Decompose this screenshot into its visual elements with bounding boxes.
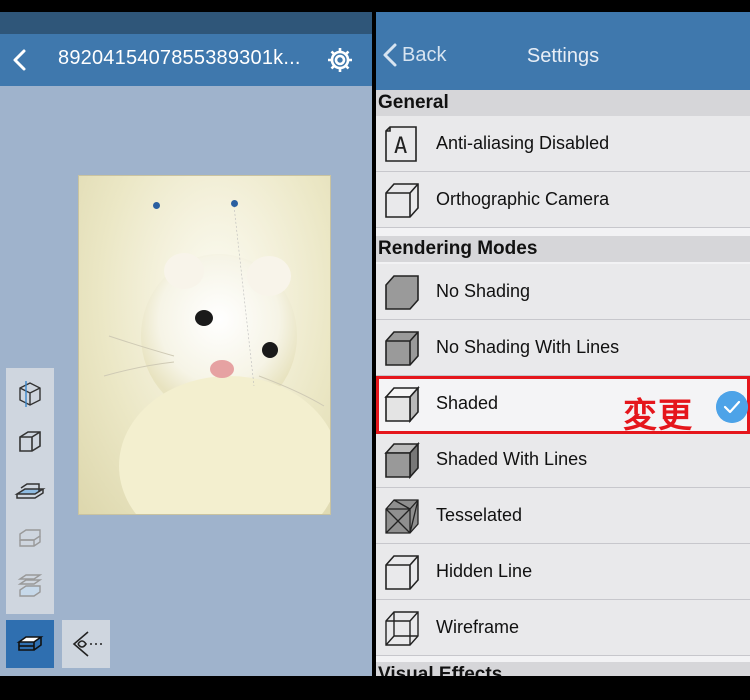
mode-no-shading-with-lines[interactable]: No Shading With Lines bbox=[376, 320, 750, 376]
section-header-rendering: Rendering Modes bbox=[376, 236, 750, 262]
tessellated-cube-icon bbox=[385, 499, 419, 534]
checkmark-icon bbox=[716, 391, 748, 423]
settings-pane: Back Settings General A Anti-aliasing Di… bbox=[376, 12, 750, 676]
layer-active-icon[interactable] bbox=[6, 620, 54, 668]
section-plane-icon[interactable] bbox=[6, 466, 54, 514]
mode-no-shading[interactable]: No Shading bbox=[376, 264, 750, 320]
setting-label: Anti-aliasing Disabled bbox=[436, 133, 610, 153]
chevron-left-icon[interactable] bbox=[8, 46, 34, 74]
mode-label: No Shading bbox=[436, 281, 531, 301]
stacked-layers-icon[interactable] bbox=[6, 562, 54, 610]
mode-hidden-line[interactable]: Hidden Line bbox=[376, 544, 750, 600]
mode-wireframe[interactable]: Wireframe bbox=[376, 600, 750, 656]
page-title: Settings bbox=[526, 45, 600, 67]
section-header-general: General bbox=[376, 90, 750, 116]
layers-icon[interactable] bbox=[6, 514, 54, 562]
ferret-image bbox=[103, 205, 330, 514]
mode-tesselated[interactable]: Tesselated bbox=[376, 488, 750, 544]
mode-label: No Shading With Lines bbox=[436, 337, 620, 357]
section-header-visual-effects: Visual Effects bbox=[376, 662, 750, 676]
model-image[interactable] bbox=[79, 176, 330, 514]
shaded-lined-cube-icon bbox=[384, 441, 420, 480]
anchor-point[interactable] bbox=[231, 200, 238, 207]
gear-icon[interactable] bbox=[326, 46, 354, 74]
svg-text:A: A bbox=[394, 134, 407, 159]
mode-label: Wireframe bbox=[436, 617, 520, 637]
hidden-line-cube-icon bbox=[385, 555, 419, 590]
mode-shaded-with-lines[interactable]: Shaded With Lines bbox=[376, 432, 750, 488]
change-annotation: 変更 bbox=[623, 396, 693, 436]
mode-label: Tesselated bbox=[436, 505, 523, 525]
model-title: 8920415407855389301k... bbox=[58, 47, 301, 69]
selection-highlight bbox=[376, 376, 750, 434]
status-bar bbox=[0, 12, 372, 34]
cube-box-icon[interactable] bbox=[6, 418, 54, 466]
cube-icon bbox=[385, 183, 419, 218]
eye-icon[interactable] bbox=[62, 620, 110, 668]
cube-clip-icon[interactable] bbox=[6, 370, 54, 418]
wireframe-cube-icon bbox=[385, 611, 419, 646]
anchor-point[interactable] bbox=[153, 202, 160, 209]
viewer-navbar: 8920415407855389301k... bbox=[0, 34, 372, 86]
viewer-pane: 8920415407855389301k... bbox=[0, 0, 372, 700]
mode-label: Hidden Line bbox=[436, 561, 533, 581]
antialias-icon: A bbox=[385, 126, 417, 162]
flat-cube-icon bbox=[385, 275, 419, 310]
setting-orthographic-camera[interactable]: Orthographic Camera bbox=[376, 172, 750, 228]
mode-label: Shaded With Lines bbox=[436, 449, 588, 469]
settings-navbar: Back Settings bbox=[376, 12, 750, 90]
flat-lined-cube-icon bbox=[385, 331, 419, 366]
setting-label: Orthographic Camera bbox=[436, 189, 610, 209]
setting-antialias[interactable]: A Anti-aliasing Disabled bbox=[376, 116, 750, 172]
